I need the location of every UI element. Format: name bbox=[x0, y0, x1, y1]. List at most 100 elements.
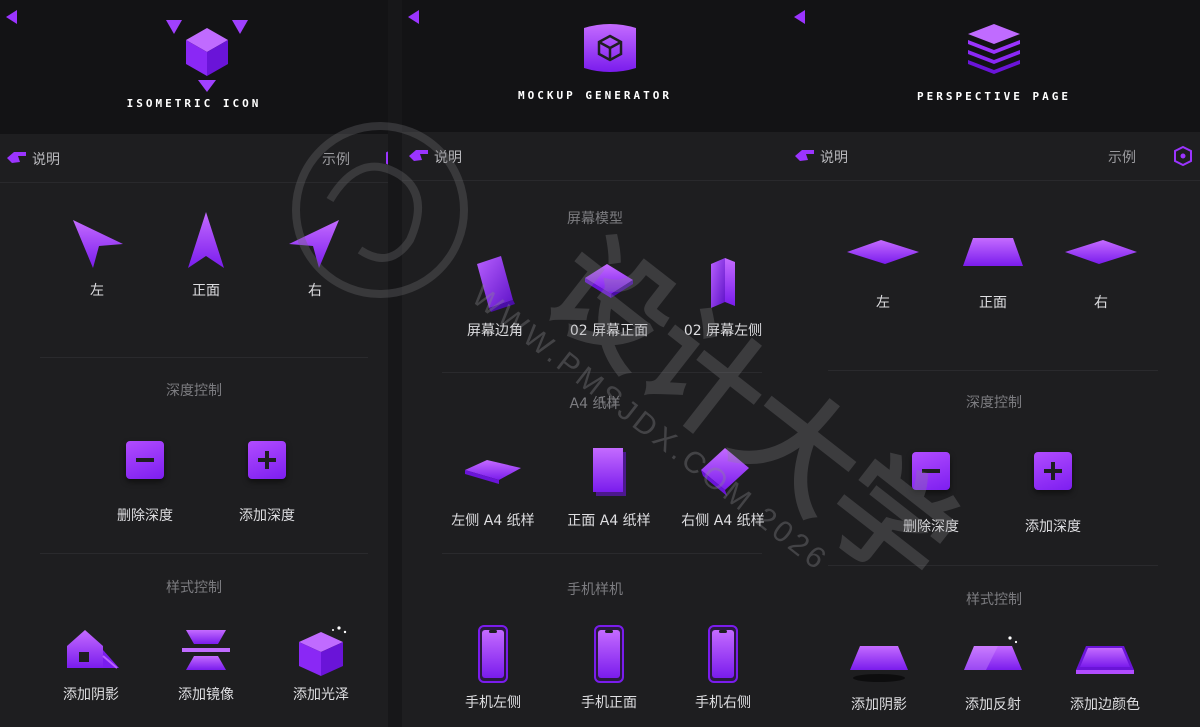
mockup-frame-logo-icon bbox=[584, 24, 636, 72]
example-link[interactable]: 示例 bbox=[1108, 147, 1136, 167]
view-right-button[interactable]: 右 bbox=[1046, 222, 1156, 312]
item-label: 手机右侧 bbox=[695, 695, 751, 711]
example-cube-icon[interactable] bbox=[1174, 146, 1192, 166]
item-label: 添加边颜色 bbox=[1070, 697, 1140, 713]
plane-front-view-icon bbox=[963, 238, 1023, 266]
section-title-depth: 深度控制 bbox=[166, 383, 222, 399]
arrow-front-view-icon bbox=[188, 212, 224, 268]
item-label: 右 bbox=[308, 283, 322, 299]
gloss-cube-icon bbox=[299, 626, 347, 676]
item-label: 添加阴影 bbox=[851, 697, 907, 713]
item-label: 正面 A4 纸样 bbox=[567, 513, 651, 529]
info-bar: 说明 bbox=[402, 132, 788, 181]
add-reflection-button[interactable]: 添加反射 bbox=[938, 632, 1048, 714]
item-label: 添加阴影 bbox=[63, 687, 119, 703]
collapse-arrow-icon[interactable] bbox=[408, 10, 419, 24]
divider bbox=[442, 553, 762, 554]
view-front-button[interactable]: 正面 bbox=[938, 222, 1048, 312]
divider bbox=[828, 370, 1158, 371]
view-left-button[interactable]: 左 bbox=[42, 210, 152, 300]
collapse-arrow-icon[interactable] bbox=[794, 10, 805, 24]
minus-icon bbox=[912, 452, 950, 490]
screen-corner-button[interactable]: 屏幕边角 bbox=[440, 250, 550, 340]
phone-front-button[interactable]: 手机正面 bbox=[554, 622, 664, 712]
collapse-arrow-icon[interactable] bbox=[6, 10, 17, 24]
info-bar: 说明 示例 bbox=[788, 132, 1200, 181]
divider bbox=[828, 565, 1158, 566]
paper-left-icon bbox=[465, 460, 521, 484]
phone-left-button[interactable]: 手机左侧 bbox=[438, 622, 548, 712]
example-link[interactable]: 示例 bbox=[322, 149, 350, 169]
info-link[interactable]: 说明 bbox=[32, 149, 60, 169]
screen-left-icon bbox=[711, 258, 735, 308]
add-shadow-button[interactable]: 添加阴影 bbox=[824, 632, 934, 714]
screen-left-button[interactable]: 02 屏幕左侧 bbox=[668, 250, 778, 340]
plane-shadow-icon bbox=[850, 646, 908, 682]
mirror-icon bbox=[182, 630, 230, 670]
arrow-right-view-icon bbox=[289, 220, 339, 268]
plane-left-view-icon bbox=[847, 240, 919, 264]
phone-right-button[interactable]: 手机右侧 bbox=[668, 622, 778, 712]
screen-corner-icon bbox=[477, 256, 515, 312]
paper-left-button[interactable]: 左侧 A4 纸样 bbox=[438, 440, 548, 530]
item-label: 屏幕边角 bbox=[467, 323, 523, 339]
item-label: 手机左侧 bbox=[465, 695, 521, 711]
panel-title: ISOMETRIC ICON bbox=[126, 97, 262, 110]
panel-header: PERSPECTIVE PAGE bbox=[788, 0, 1200, 132]
item-label: 添加深度 bbox=[1025, 519, 1081, 535]
mockup-generator-panel: MOCKUP GENERATOR 说明 屏幕模型 屏幕边角 02 屏幕正面 02… bbox=[402, 0, 788, 727]
divider bbox=[40, 357, 368, 358]
section-title-screen: 屏幕模型 bbox=[567, 211, 623, 227]
add-gloss-button[interactable]: 添加光泽 bbox=[266, 622, 376, 704]
section-title-style: 样式控制 bbox=[966, 592, 1022, 608]
section-title-paper: A4 纸样 bbox=[569, 396, 621, 412]
item-label: 删除深度 bbox=[117, 508, 173, 524]
add-mirror-button[interactable]: 添加镜像 bbox=[151, 622, 261, 704]
phone-left-icon bbox=[478, 625, 508, 683]
view-front-button[interactable]: 正面 bbox=[151, 210, 261, 300]
info-bar: 说明 示例 bbox=[0, 134, 388, 183]
info-link[interactable]: 说明 bbox=[434, 147, 462, 167]
item-label: 左 bbox=[90, 283, 104, 299]
panel-gutter bbox=[388, 0, 402, 727]
minus-icon bbox=[126, 441, 164, 479]
plus-icon bbox=[248, 441, 286, 479]
section-title-depth: 深度控制 bbox=[966, 395, 1022, 411]
item-label: 正面 bbox=[192, 283, 220, 299]
add-depth-button[interactable]: 添加深度 bbox=[998, 438, 1108, 536]
paper-front-button[interactable]: 正面 A4 纸样 bbox=[554, 440, 664, 530]
item-label: 02 屏幕左侧 bbox=[683, 323, 763, 339]
hand-pointer-icon bbox=[7, 152, 26, 163]
stacked-layers-logo-icon bbox=[968, 24, 1020, 74]
plane-edge-color-icon bbox=[1076, 646, 1134, 674]
screen-front-button[interactable]: 02 屏幕正面 bbox=[554, 250, 664, 340]
remove-depth-button[interactable]: 删除深度 bbox=[876, 438, 986, 536]
add-depth-button[interactable]: 添加深度 bbox=[212, 427, 322, 525]
phone-front-icon bbox=[594, 625, 624, 683]
panel-title: MOCKUP GENERATOR bbox=[518, 89, 672, 102]
perspective-page-panel: PERSPECTIVE PAGE 说明 示例 左 正面 右 深度控制 删除深度 bbox=[788, 0, 1200, 727]
item-label: 左 bbox=[876, 295, 890, 311]
add-edge-color-button[interactable]: 添加边颜色 bbox=[1050, 632, 1160, 714]
item-label: 02 屏幕正面 bbox=[569, 323, 649, 339]
add-shadow-button[interactable]: 添加阴影 bbox=[36, 622, 146, 704]
panel-header: MOCKUP GENERATOR bbox=[402, 0, 788, 132]
item-label: 删除深度 bbox=[903, 519, 959, 535]
view-right-button[interactable]: 右 bbox=[260, 210, 370, 300]
section-title-style: 样式控制 bbox=[166, 580, 222, 596]
info-link[interactable]: 说明 bbox=[820, 147, 848, 167]
hand-pointer-icon bbox=[795, 150, 814, 161]
remove-depth-button[interactable]: 删除深度 bbox=[90, 427, 200, 525]
divider bbox=[40, 553, 368, 554]
house-shadow-icon bbox=[67, 630, 119, 669]
divider bbox=[442, 372, 762, 373]
item-label: 手机正面 bbox=[581, 695, 637, 711]
paper-front-icon bbox=[593, 448, 626, 496]
section-title-phone: 手机样机 bbox=[567, 582, 623, 598]
isometric-cube-logo-icon bbox=[166, 20, 248, 92]
paper-right-button[interactable]: 右侧 A4 纸样 bbox=[668, 440, 778, 530]
item-label: 添加光泽 bbox=[293, 687, 349, 703]
isometric-icon-panel: ISOMETRIC ICON 说明 示例 左 正面 右 深度控制 删除深度 添加… bbox=[0, 0, 388, 727]
plus-icon bbox=[1034, 452, 1072, 490]
view-left-button[interactable]: 左 bbox=[828, 222, 938, 312]
